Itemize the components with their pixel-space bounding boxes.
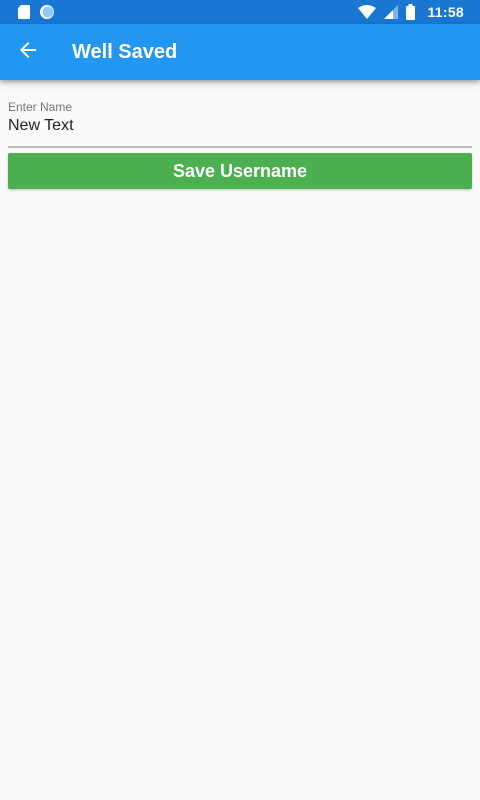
status-right-icons: 11:58 — [358, 0, 464, 24]
status-bar: 11:58 — [0, 0, 480, 24]
signal-icon — [384, 5, 399, 19]
sd-card-icon — [18, 5, 30, 19]
name-field-label: Enter Name — [8, 100, 73, 114]
back-button[interactable] — [4, 28, 52, 76]
name-input[interactable] — [8, 114, 472, 138]
sync-icon — [40, 5, 54, 19]
name-text-field: Enter Name — [8, 80, 472, 148]
status-time: 11:58 — [427, 4, 464, 20]
battery-icon — [406, 4, 416, 20]
save-username-button[interactable]: Save Username — [8, 153, 472, 189]
wifi-icon — [358, 5, 377, 19]
status-left-icons — [18, 3, 54, 21]
main-content: Enter Name Save Username — [8, 80, 472, 189]
name-field-underline — [8, 146, 472, 148]
app-bar: Well Saved — [0, 24, 480, 80]
arrow-back-icon — [18, 40, 38, 65]
save-username-button-label: Save Username — [172, 160, 308, 181]
page-title: Well Saved — [72, 41, 178, 63]
